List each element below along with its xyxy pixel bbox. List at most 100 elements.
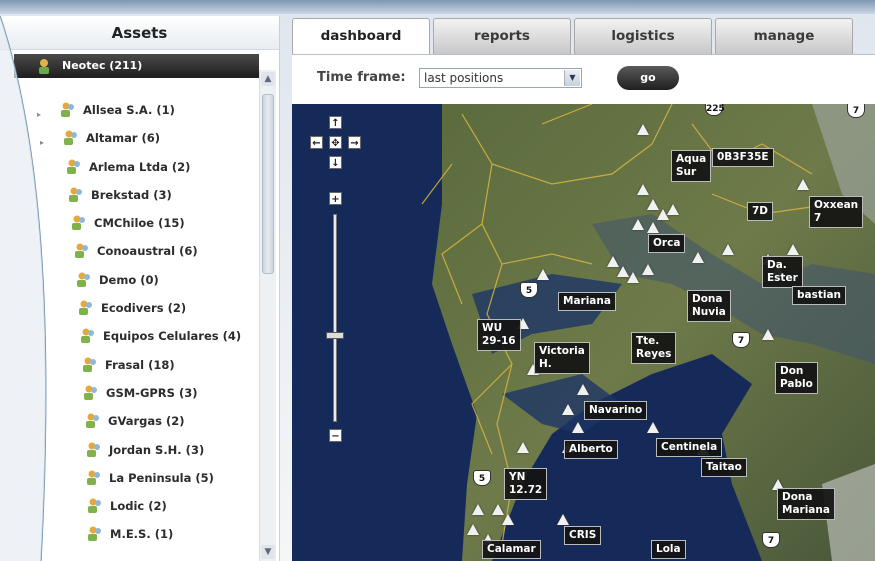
vessel-label[interactable]: CRIS [564,526,602,545]
vessel-label[interactable]: Victoria H. [534,342,590,374]
vessel-marker-icon[interactable] [797,179,809,190]
user-group-icon [84,385,97,400]
vessel-label[interactable]: Alberto [564,440,618,459]
sidebar-scrollbar[interactable]: ▲ ▼ [259,70,276,561]
scroll-thumb[interactable] [262,94,274,274]
user-group-icon [86,413,99,429]
vessel-label[interactable]: WU 29-16 [477,319,521,351]
filter-toolbar: Time frame: last positions ▼ go [292,54,875,104]
expand-arrow-icon[interactable]: ▸ [37,105,45,119]
vessel-marker-icon[interactable] [647,222,659,233]
vessel-marker-icon[interactable] [557,514,569,525]
zoom-in-icon[interactable]: + [329,192,342,205]
vessel-marker-icon[interactable] [762,329,774,340]
tree-item[interactable]: Frasal (18) [0,355,260,383]
vessel-label[interactable]: bastian [792,286,847,305]
pan-up-arrow-icon[interactable]: ↑ [329,116,342,129]
tree-item[interactable]: La Peninsula (5) [0,468,260,496]
tree-item[interactable]: GVargas (2) [0,411,260,439]
tree-item-label: Altamar (6) [86,131,161,146]
expand-arrow-icon[interactable]: ▸ [40,133,48,147]
vessel-label[interactable]: Don Pablo [775,362,818,394]
time-frame-value: last positions [424,71,504,85]
tab-reports[interactable]: reports [433,18,571,54]
tab-logistics[interactable]: logistics [574,18,712,54]
zoom-slider-track[interactable] [333,214,337,422]
vessel-marker-icon[interactable] [467,524,479,535]
vessel-label[interactable]: 7D [747,202,774,221]
user-group-icon [88,498,101,514]
vessel-label[interactable]: Navarino [584,401,648,420]
tree-item[interactable]: CMChiloe (15) [0,213,260,241]
vessel-label[interactable]: Centinela [656,438,723,457]
vessel-label[interactable]: Tte. Reyes [631,332,677,364]
tree-item-label: Ecodivers (2) [101,301,187,316]
tree-root-neotec[interactable]: Neotec (211) [14,54,259,78]
vessel-marker-icon[interactable] [722,244,734,255]
vessel-marker-icon[interactable] [627,272,639,283]
vessel-marker-icon[interactable] [572,422,584,433]
tree-item-label: Frasal (18) [105,357,175,372]
tree-item[interactable]: Brekstad (3) [0,185,260,213]
vessel-label[interactable]: Taitao [701,458,747,477]
vessel-marker-icon[interactable] [537,269,549,280]
vessel-marker-icon[interactable] [632,219,644,230]
vessel-marker-icon[interactable] [562,404,574,415]
vessel-marker-icon[interactable] [647,422,659,433]
vessel-label[interactable]: Orca [648,234,686,253]
vessel-marker-icon[interactable] [502,514,514,525]
tree-item[interactable]: M.E.S. (1) [0,524,260,552]
zoom-out-icon[interactable]: − [329,429,342,442]
user-group-icon [67,159,80,174]
vessel-label[interactable]: Oxxean 7 [809,196,864,228]
tree-item[interactable]: Equipos Celulares (4) [0,326,260,354]
vessel-marker-icon[interactable] [637,184,649,195]
tree-item[interactable]: ▸ Altamar (6) [0,128,260,156]
vessel-label[interactable]: Lola [651,540,686,559]
road-shield-icon: 7 [762,532,780,548]
tree-item[interactable]: GSM-GPRS (3) [0,383,260,411]
vessel-marker-icon[interactable] [787,244,799,255]
user-group-icon [39,59,49,74]
tree-item[interactable]: Conoaustral (6) [0,241,260,269]
tree-item[interactable]: ▸ Allsea S.A. (1) [0,100,260,128]
vessel-label[interactable]: Dona Mariana [777,488,835,520]
vessel-marker-icon[interactable] [642,264,654,275]
vessel-label[interactable]: Da. Ester [762,256,803,288]
tab-manage[interactable]: manage [715,18,853,54]
vessel-marker-icon[interactable] [517,442,529,453]
pan-left-arrow-icon[interactable]: ← [310,136,323,149]
tree-item-label: M.E.S. (1) [110,527,174,542]
satellite-map[interactable]: ↑ ← ✥ → ↓ + − 225 5 5 7 7 7 Aqua Sur 0B3F35E 7D O… [292,104,875,561]
vessel-label[interactable]: Aqua Sur [671,150,712,182]
vessel-label[interactable]: Calamar [482,540,541,559]
pan-right-arrow-icon[interactable]: → [348,136,361,149]
scroll-up-arrow[interactable]: ▲ [261,72,275,86]
vessel-label[interactable]: YN 12.72 [504,468,548,500]
pan-center-icon[interactable]: ✥ [329,136,342,149]
tree-item[interactable]: Lodic (2) [0,496,260,524]
vessel-label[interactable]: 0B3F35E [712,148,774,167]
tree-item[interactable]: Jordan S.H. (3) [0,440,260,468]
tree-item-label: Lodic (2) [110,499,167,514]
vessel-marker-icon[interactable] [692,252,704,263]
user-group-icon [79,300,92,316]
vessel-label[interactable]: Mariana [558,292,616,311]
vessel-label[interactable]: Dona Nuvia [687,290,731,322]
tab-dashboard[interactable]: dashboard [292,18,430,56]
tree-item[interactable]: Arlema Ltda (2) [0,157,260,185]
tree-item[interactable]: Ecodivers (2) [0,298,260,326]
time-frame-select[interactable]: last positions ▼ [419,68,582,88]
go-button[interactable]: go [617,66,679,90]
scroll-down-arrow[interactable]: ▼ [261,545,275,559]
vessel-marker-icon[interactable] [577,384,589,395]
vessel-marker-icon[interactable] [637,124,649,135]
vessel-marker-icon[interactable] [472,504,484,515]
tree-item[interactable]: Demo (0) [0,270,260,298]
road-shield-icon: 5 [520,282,538,298]
zoom-slider-handle[interactable] [326,332,344,339]
vessel-marker-icon[interactable] [667,204,679,215]
tree-item-label: Allsea S.A. (1) [83,103,175,117]
pan-down-arrow-icon[interactable]: ↓ [329,156,342,169]
tree-item-label: La Peninsula (5) [109,470,214,485]
